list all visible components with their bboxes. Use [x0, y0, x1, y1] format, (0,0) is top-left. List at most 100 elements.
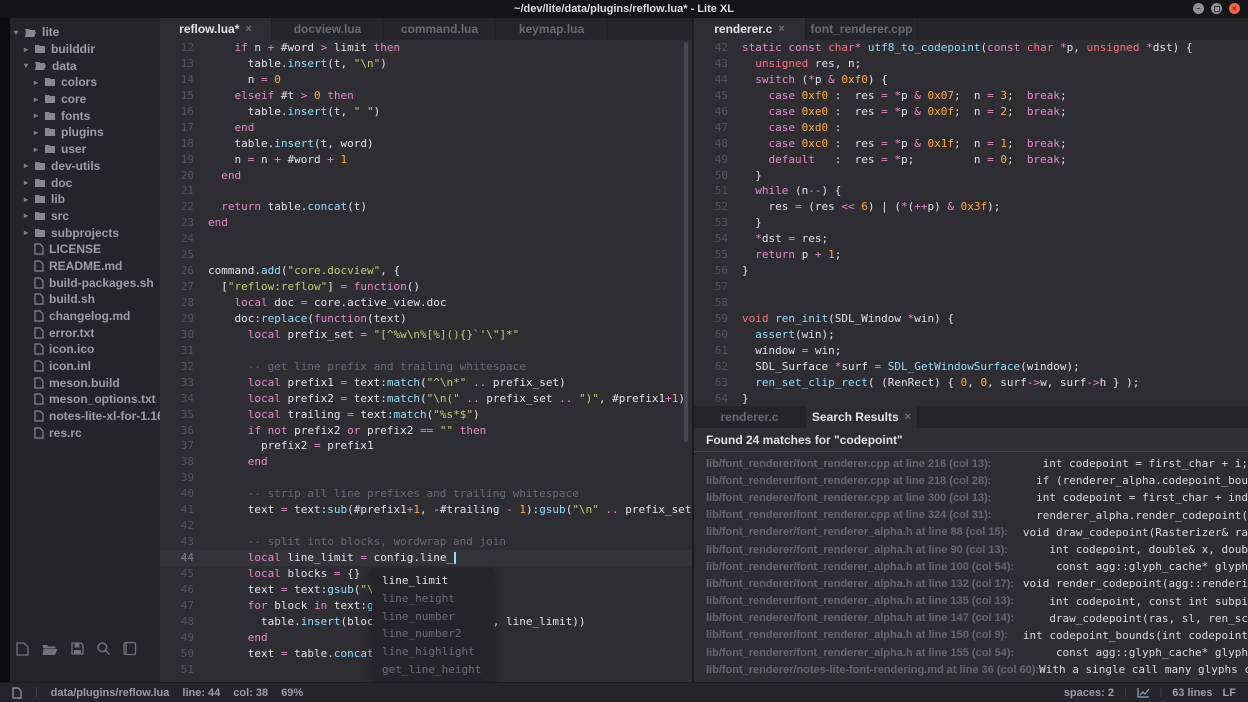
code-line[interactable]: 47 case 0xd0 :	[694, 120, 1248, 136]
code-line[interactable]: 20 end	[160, 168, 692, 184]
code-line[interactable]: 13 table.insert(t, "\n")	[160, 56, 692, 72]
code-line[interactable]: 26 command.add("core.docview", {	[160, 263, 692, 279]
tree-item-builddir[interactable]: ▸ builddir	[10, 41, 160, 58]
autocomplete-item[interactable]: line_limit	[372, 572, 494, 590]
code-line[interactable]: 15 elseif #t > 0 then	[160, 88, 692, 104]
search-result-row[interactable]: lib/font_renderer/font_renderer_alpha.h …	[694, 524, 1248, 541]
autocomplete-item[interactable]: line_number	[372, 608, 494, 626]
code-line[interactable]: 34 local prefix2 = text:match("\n(" .. p…	[160, 391, 692, 407]
statusbar-scroll-percent[interactable]: 69%	[281, 687, 303, 699]
tree-item-icon.ico[interactable]: icon.ico	[10, 341, 160, 358]
tree-item-icon.inl[interactable]: icon.inl	[10, 358, 160, 375]
autocomplete-item[interactable]: line_highlight	[372, 643, 494, 661]
code-line[interactable]: 30 local prefix_set = "[^%w\n%[%](){}`'\…	[160, 327, 692, 343]
search-result-row[interactable]: lib/font_renderer/font_renderer_alpha.h …	[694, 558, 1248, 575]
code-line[interactable]: 23 end	[160, 215, 692, 231]
search-result-row[interactable]: lib/font_renderer/font_renderer_alpha.h …	[694, 541, 1248, 558]
left-editor-scrollbar[interactable]	[684, 42, 688, 442]
statusbar-line[interactable]: line: 44	[182, 687, 220, 699]
code-line[interactable]: 25	[160, 247, 692, 263]
code-line[interactable]: 48 case 0xc0 : res = *p & 0x1f; n = 1; b…	[694, 136, 1248, 152]
tree-item-doc[interactable]: ▸ doc	[10, 174, 160, 191]
tree-item-src[interactable]: ▸ src	[10, 208, 160, 225]
tab-search-results[interactable]: Search Results ×	[806, 406, 918, 428]
tree-item-README.md[interactable]: README.md	[10, 258, 160, 275]
code-line[interactable]: 12 if n + #word > limit then	[160, 40, 692, 56]
left-editor[interactable]: 12 if n + #word > limit then 13 table.ins…	[160, 40, 692, 682]
tree-item-LICENSE[interactable]: LICENSE	[10, 241, 160, 258]
new-file-icon[interactable]	[15, 641, 30, 657]
search-result-row[interactable]: lib/font_renderer/font_renderer.cpp at l…	[694, 489, 1248, 506]
code-line[interactable]: 50 }	[694, 168, 1248, 184]
search-result-row[interactable]: lib/font_renderer/font_renderer.cpp at l…	[694, 472, 1248, 489]
tree-item-data[interactable]: ▾ data	[10, 57, 160, 74]
search-result-row[interactable]: lib/font_renderer/font_renderer.cpp at l…	[694, 455, 1248, 472]
tree-item-res.rc[interactable]: res.rc	[10, 425, 160, 442]
book-icon[interactable]	[122, 641, 137, 656]
code-line[interactable]: 49 default : res = *p; n = 0; break;	[694, 152, 1248, 168]
code-line[interactable]: 51 while (n--) {	[694, 183, 1248, 199]
code-line[interactable]: 54 *dst = res;	[694, 231, 1248, 247]
code-line[interactable]: 18 table.insert(t, word)	[160, 136, 692, 152]
search-result-row[interactable]: lib/font_renderer/font_renderer_alpha.h …	[694, 593, 1248, 610]
code-line[interactable]: 36 if not prefix2 or prefix2 == "" then	[160, 423, 692, 439]
code-line[interactable]: 32 -- get line prefix and trailing white…	[160, 359, 692, 375]
code-line[interactable]: 41 text = text:sub(#prefix1+1, -#trailin…	[160, 502, 692, 518]
tree-item-notes-lite-xl-for-1.16[interactable]: notes-lite-xl-for-1.16	[10, 408, 160, 425]
code-line[interactable]: 24	[160, 231, 692, 247]
statusbar-file-path[interactable]: data/plugins/reflow.lua	[51, 687, 170, 699]
tab-keymap-lua[interactable]: keymap.lua	[496, 18, 608, 40]
code-line[interactable]: 42	[160, 518, 692, 534]
close-button[interactable]: ×	[1229, 3, 1240, 14]
code-line[interactable]: 62 SDL_Surface *surf = SDL_GetWindowSurf…	[694, 359, 1248, 375]
code-line[interactable]: 31	[160, 343, 692, 359]
code-line[interactable]: 16 table.insert(t, " ")	[160, 104, 692, 120]
autocomplete-item[interactable]: line_height	[372, 590, 494, 608]
search-result-row[interactable]: lib/font_renderer/font_renderer_alpha.h …	[694, 644, 1248, 661]
save-icon[interactable]	[70, 641, 85, 656]
tab-renderer-c[interactable]: renderer.c	[694, 406, 806, 428]
code-line[interactable]: 43 unsigned res, n;	[694, 56, 1248, 72]
autocomplete-item[interactable]: get_line_height	[372, 661, 494, 679]
search-result-row[interactable]: lib/font_renderer/font_renderer.cpp at l…	[694, 507, 1248, 524]
tree-item-error.txt[interactable]: error.txt	[10, 324, 160, 341]
tree-item-build.sh[interactable]: build.sh	[10, 291, 160, 308]
statusbar-col[interactable]: col: 38	[233, 687, 268, 699]
code-line[interactable]: 44 switch (*p & 0xf0) {	[694, 72, 1248, 88]
code-line[interactable]: 57	[694, 279, 1248, 295]
tab-close-icon[interactable]: ×	[245, 23, 251, 35]
code-line[interactable]: 40 -- strip all line prefixes and traili…	[160, 486, 692, 502]
code-line[interactable]: 33 local prefix1 = text:match("^\n*" .. …	[160, 375, 692, 391]
code-line[interactable]: 28 local doc = core.active_view.doc	[160, 295, 692, 311]
search-result-row[interactable]: lib/font_renderer/font_renderer_alpha.h …	[694, 575, 1248, 592]
search-icon[interactable]	[96, 641, 111, 656]
code-line[interactable]: 35 local trailing = text:match("%s*$")	[160, 407, 692, 423]
code-line[interactable]: 53 }	[694, 215, 1248, 231]
code-line[interactable]: 37 prefix2 = prefix1	[160, 438, 692, 454]
code-line[interactable]: 42 static const char* utf8_to_codepoint(c…	[694, 40, 1248, 56]
minimize-button[interactable]: –	[1193, 3, 1204, 14]
line-graph-icon[interactable]	[1136, 687, 1150, 698]
tree-item-subprojects[interactable]: ▸ subprojects	[10, 224, 160, 241]
tree-item-plugins[interactable]: ▸ plugins	[10, 124, 160, 141]
tree-item-meson.build[interactable]: meson.build	[10, 374, 160, 391]
code-line[interactable]: 45 case 0xf0 : res = *p & 0x07; n = 3; b…	[694, 88, 1248, 104]
code-line[interactable]: 21	[160, 183, 692, 199]
code-line[interactable]: 14 n = 0	[160, 72, 692, 88]
maximize-button[interactable]	[1211, 3, 1222, 14]
tab-reflow-lua-[interactable]: reflow.lua* ×	[160, 18, 272, 40]
code-line[interactable]: 61 window = win;	[694, 343, 1248, 359]
tree-item-dev-utils[interactable]: ▸ dev-utils	[10, 158, 160, 175]
tab-close-icon[interactable]: ×	[778, 23, 784, 35]
autocomplete-item[interactable]: line_number2	[372, 625, 494, 643]
tree-item-build-packages.sh[interactable]: build-packages.sh	[10, 274, 160, 291]
tab-command-lua[interactable]: command.lua	[384, 18, 496, 40]
tree-item-lib[interactable]: ▸ lib	[10, 191, 160, 208]
tree-item-core[interactable]: ▸ core	[10, 91, 160, 108]
code-line[interactable]: 44 local line_limit = config.line_	[160, 550, 692, 566]
tree-item-fonts[interactable]: ▸ fonts	[10, 107, 160, 124]
code-line[interactable]: 39	[160, 470, 692, 486]
code-line[interactable]: 29 doc:replace(function(text)	[160, 311, 692, 327]
code-line[interactable]: 52 res = (res << 6) | (*(++p) & 0x3f);	[694, 199, 1248, 215]
search-result-row[interactable]: lib/font_renderer/notes-lite-font-render…	[694, 661, 1248, 678]
